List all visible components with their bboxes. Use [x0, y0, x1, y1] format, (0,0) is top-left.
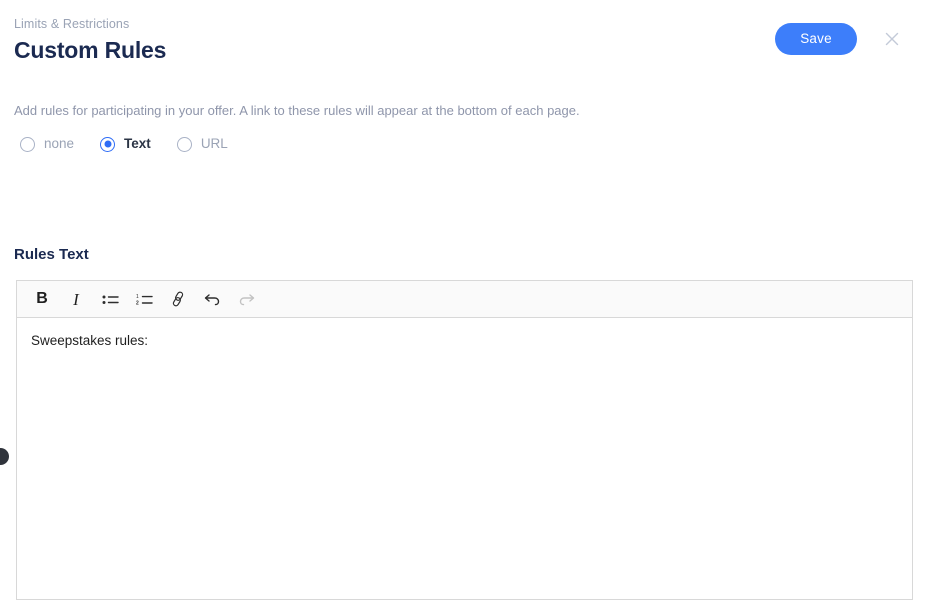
svg-text:1: 1	[136, 294, 139, 300]
radio-option-text[interactable]: Text	[100, 136, 151, 152]
rules-text-content[interactable]: Sweepstakes rules:	[17, 318, 912, 600]
radio-label-none: none	[44, 136, 75, 151]
radio-circle-icon	[176, 136, 192, 152]
panel-header: Limits & Restrictions Custom Rules Save	[0, 0, 932, 80]
radio-label-text: Text	[124, 136, 151, 151]
radio-circle-selected-icon	[100, 136, 116, 152]
rules-text-label: Rules Text	[14, 246, 89, 263]
rule-type-radio-group: none Text URL	[20, 136, 228, 152]
svg-text:2: 2	[136, 300, 139, 305]
header-titles: Limits & Restrictions Custom Rules	[14, 16, 166, 64]
link-button[interactable]	[161, 284, 195, 314]
radio-option-none[interactable]: none	[20, 136, 74, 152]
radio-label-url: URL	[200, 136, 228, 151]
drag-handle[interactable]	[0, 448, 9, 465]
numbered-list-icon: 1 2	[136, 293, 153, 306]
numbered-list-button[interactable]: 1 2	[127, 284, 161, 314]
bold-icon: B	[36, 290, 48, 307]
description-text: Add rules for participating in your offe…	[14, 103, 580, 118]
link-icon	[170, 291, 186, 307]
redo-icon	[238, 292, 255, 306]
bold-button[interactable]: B	[25, 284, 59, 314]
redo-button[interactable]	[229, 284, 263, 314]
radio-option-url[interactable]: URL	[176, 136, 228, 152]
editor-toolbar: B I 1 2	[17, 281, 912, 318]
close-button[interactable]	[880, 27, 904, 51]
bullet-list-icon	[102, 293, 119, 306]
italic-icon: I	[73, 289, 79, 309]
breadcrumb: Limits & Restrictions	[14, 17, 130, 31]
custom-rules-panel: Limits & Restrictions Custom Rules Save …	[0, 0, 932, 600]
page-title: Custom Rules	[14, 37, 167, 63]
undo-icon	[204, 292, 221, 306]
save-button[interactable]: Save	[775, 23, 857, 55]
rules-text-editor: B I 1 2 Sweepstakes rules:	[16, 280, 913, 600]
undo-button[interactable]	[195, 284, 229, 314]
bullet-list-button[interactable]	[93, 284, 127, 314]
italic-button[interactable]: I	[59, 284, 93, 314]
radio-circle-icon	[20, 136, 35, 152]
close-icon	[884, 31, 900, 47]
